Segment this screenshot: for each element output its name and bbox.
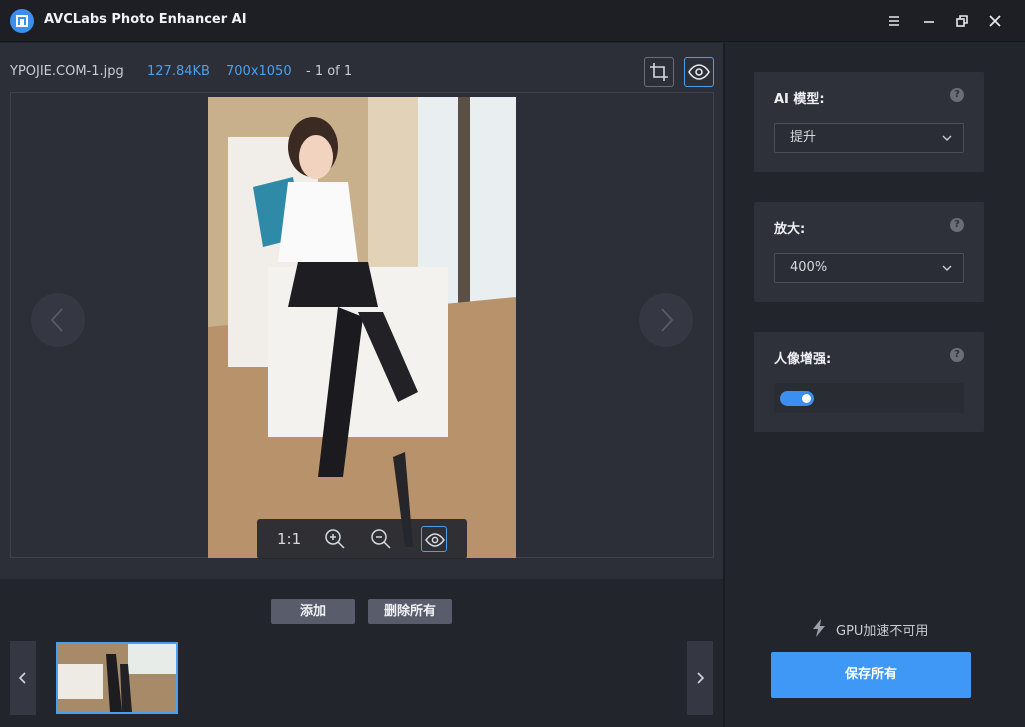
eye-icon bbox=[425, 533, 445, 547]
next-image-button[interactable] bbox=[639, 293, 693, 347]
upscale-select[interactable]: 400% bbox=[774, 253, 964, 283]
thumbnail[interactable] bbox=[56, 642, 178, 714]
lightning-icon bbox=[810, 618, 828, 638]
strip-prev-button[interactable] bbox=[10, 641, 36, 715]
zoom-in-button[interactable] bbox=[322, 526, 348, 552]
chevron-left-icon bbox=[50, 308, 63, 332]
close-icon[interactable] bbox=[985, 11, 1005, 31]
crop-icon bbox=[650, 63, 668, 81]
preview-image bbox=[208, 97, 516, 558]
face-enhance-toggle[interactable] bbox=[780, 391, 814, 406]
zoom-toolbar: 1:1 bbox=[257, 519, 467, 559]
help-icon[interactable]: ? bbox=[950, 348, 964, 362]
chevron-down-icon bbox=[941, 132, 953, 144]
file-dimensions: 700x1050 bbox=[226, 64, 292, 79]
strip-next-button[interactable] bbox=[687, 641, 713, 715]
face-enhance-row bbox=[774, 383, 964, 413]
upscale-value: 400% bbox=[790, 260, 828, 275]
app-logo-icon bbox=[10, 9, 34, 33]
upscale-card: 放大: ? 400% bbox=[754, 202, 984, 302]
ai-model-label: AI 模型: bbox=[774, 92, 825, 107]
ai-model-card: AI 模型: ? 提升 bbox=[754, 72, 984, 172]
chevron-down-icon bbox=[941, 262, 953, 274]
compare-preview-button[interactable] bbox=[421, 526, 447, 552]
file-strip-area: 添加 删除所有 bbox=[0, 579, 723, 727]
menu-icon[interactable] bbox=[884, 11, 904, 31]
face-enhance-card: 人像增强: ? bbox=[754, 332, 984, 432]
chevron-right-icon bbox=[697, 672, 705, 684]
ai-model-value: 提升 bbox=[790, 130, 817, 145]
image-viewer: 1:1 bbox=[10, 92, 714, 559]
preview-toggle-button[interactable] bbox=[684, 57, 714, 87]
actual-size-button[interactable]: 1:1 bbox=[277, 530, 301, 556]
minimize-icon[interactable] bbox=[919, 11, 939, 31]
previous-image-button[interactable] bbox=[31, 293, 85, 347]
ai-model-select[interactable]: 提升 bbox=[774, 123, 964, 153]
delete-all-button[interactable]: 删除所有 bbox=[368, 599, 452, 624]
title-bar: AVCLabs Photo Enhancer AI bbox=[0, 0, 1025, 42]
file-name: YPOJIE.COM-1.jpg bbox=[10, 64, 124, 79]
app-title: AVCLabs Photo Enhancer AI bbox=[44, 12, 247, 27]
crop-button[interactable] bbox=[644, 57, 674, 87]
file-size: 127.84KB bbox=[147, 64, 210, 79]
settings-panel: AI 模型: ? 提升 放大: ? 400% 人像增强: ? GPU加速不可用 … bbox=[725, 43, 1025, 727]
upscale-label: 放大: bbox=[774, 222, 806, 237]
gpu-status-text: GPU加速不可用 bbox=[836, 624, 929, 639]
face-enhance-label: 人像增强: bbox=[774, 352, 832, 367]
help-icon[interactable]: ? bbox=[950, 88, 964, 102]
zoom-out-icon bbox=[371, 529, 391, 549]
zoom-in-icon bbox=[325, 529, 345, 549]
page-indicator: - 1 of 1 bbox=[306, 64, 353, 79]
save-all-button[interactable]: 保存所有 bbox=[771, 652, 971, 698]
add-button[interactable]: 添加 bbox=[271, 599, 355, 624]
workspace: YPOJIE.COM-1.jpg 127.84KB 700x1050 - 1 o… bbox=[0, 43, 723, 727]
help-icon[interactable]: ? bbox=[950, 218, 964, 232]
chevron-left-icon bbox=[18, 672, 26, 684]
chevron-right-icon bbox=[661, 308, 674, 332]
zoom-out-button[interactable] bbox=[368, 526, 394, 552]
restore-icon[interactable] bbox=[952, 11, 972, 31]
eye-icon bbox=[688, 64, 710, 80]
toggle-knob bbox=[802, 394, 811, 403]
